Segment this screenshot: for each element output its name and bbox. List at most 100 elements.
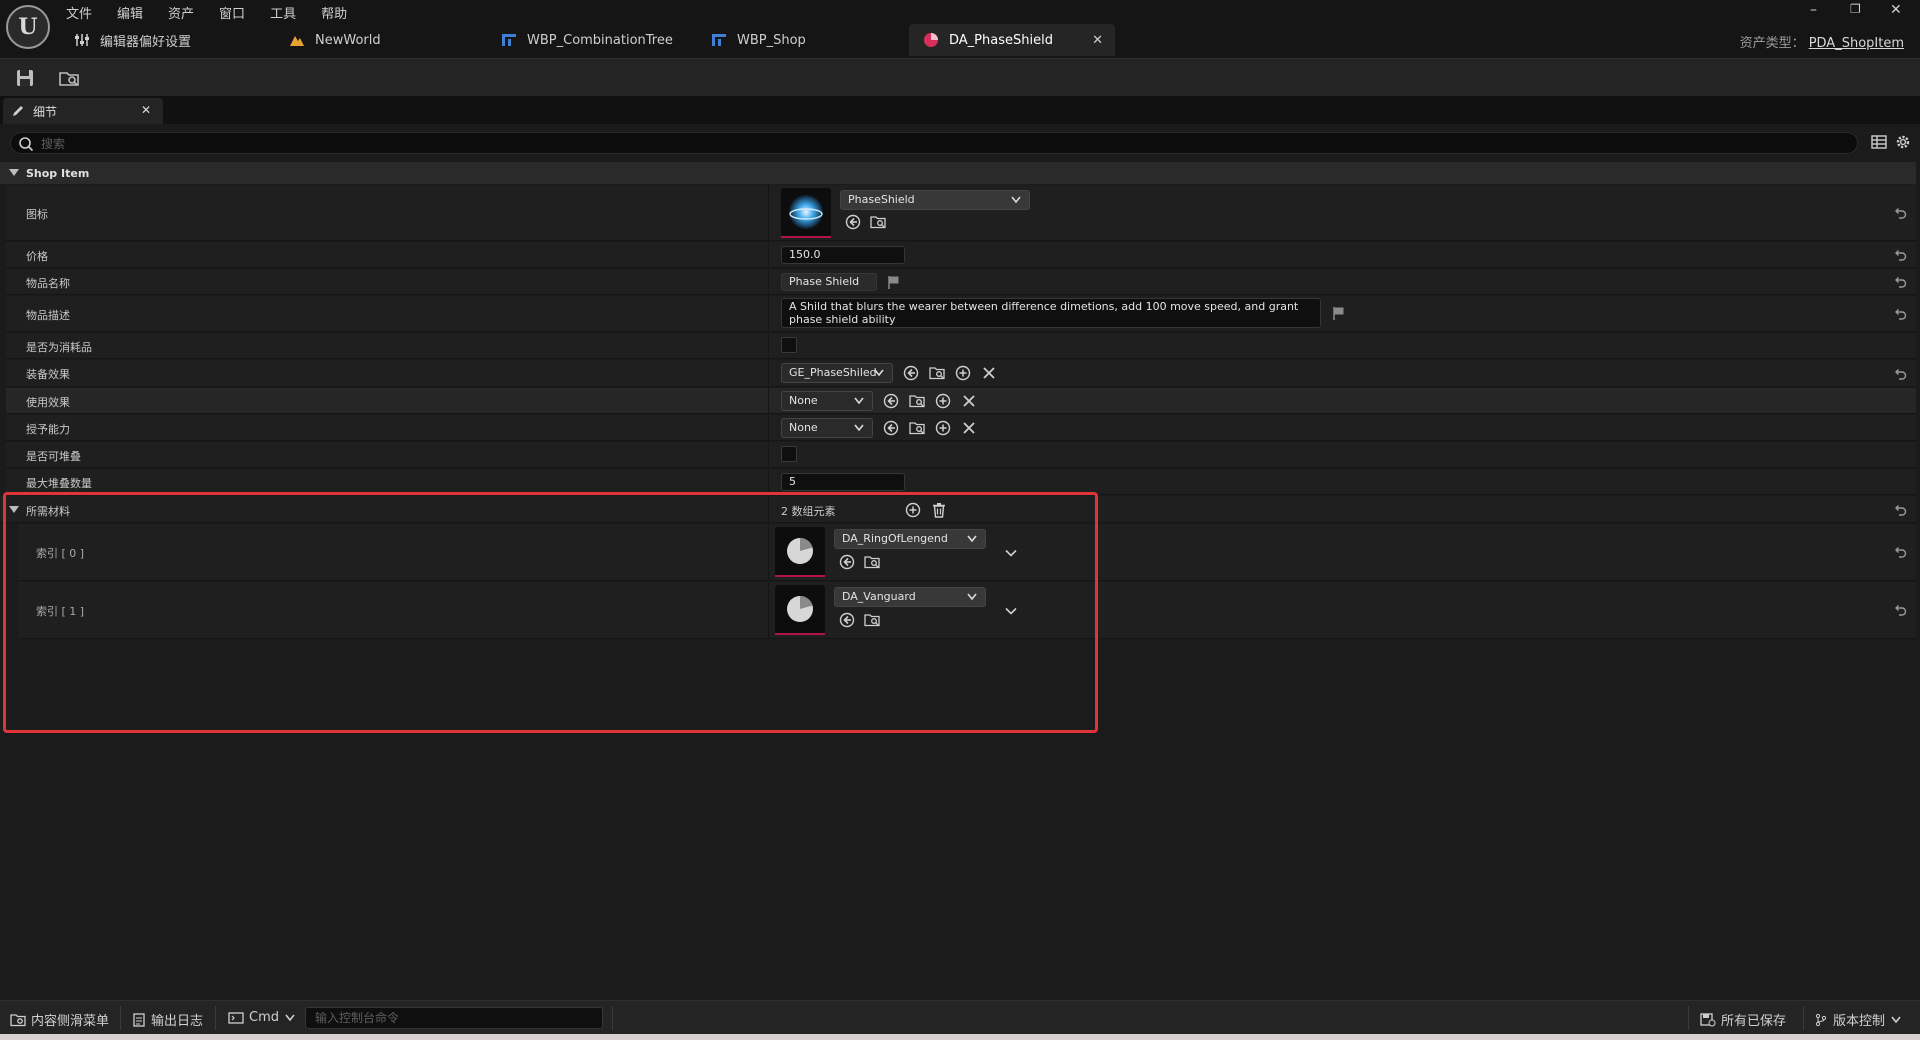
- clear-icon[interactable]: [961, 420, 977, 436]
- column-splitter[interactable]: [768, 242, 769, 267]
- item-description-field[interactable]: A Shild that blurs the wearer between di…: [781, 298, 1321, 328]
- reset-to-default-icon[interactable]: [1892, 366, 1908, 382]
- highlight-annotation: [3, 492, 1098, 733]
- asset-type-link[interactable]: PDA_ShopItem: [1809, 36, 1904, 51]
- reset-to-default-icon[interactable]: [1892, 544, 1908, 560]
- tab-label: DA_PhaseShield: [949, 32, 1053, 48]
- column-splitter[interactable]: [768, 415, 769, 440]
- max-stack-field[interactable]: 5: [781, 473, 905, 491]
- asset-color-strip: [781, 236, 831, 238]
- menu-tools[interactable]: 工具: [270, 3, 296, 22]
- content-drawer-icon: [10, 1013, 31, 1027]
- price-field[interactable]: 150.0: [781, 246, 905, 264]
- column-splitter[interactable]: [768, 269, 769, 294]
- dropdown-value: None: [789, 394, 818, 407]
- prop-row-price: 价格 150.0: [6, 242, 1916, 268]
- prop-row-use-effect: 使用效果 None: [6, 388, 1916, 414]
- grant-ability-dropdown[interactable]: None: [781, 418, 873, 438]
- browse-asset-icon[interactable]: [929, 365, 945, 381]
- menu-window[interactable]: 窗口: [219, 3, 245, 22]
- content-drawer-button[interactable]: 内容侧滑菜单: [10, 1010, 109, 1029]
- sliders-icon: [74, 33, 90, 47]
- flag-icon[interactable]: [886, 274, 902, 290]
- asset-thumbnail[interactable]: [781, 188, 831, 238]
- console-command-input[interactable]: 输入控制台命令: [305, 1007, 603, 1029]
- status-bar: 内容侧滑菜单 输出日志 Cmd 输入控制台命令 所有已保存 版本控制: [0, 1000, 1920, 1034]
- browse-to-asset-icon[interactable]: [58, 67, 80, 89]
- content-drawer-label: 内容侧滑菜单: [31, 1014, 110, 1029]
- clear-icon[interactable]: [981, 365, 997, 381]
- document-tabs: 编辑器偏好设置 NewWorld WBP_CombinationTree WBP…: [60, 24, 1115, 56]
- close-window-button[interactable]: ✕: [1890, 2, 1902, 18]
- level-icon: [289, 33, 305, 47]
- asset-type-label: 资产类型：: [1739, 36, 1805, 51]
- details-tab[interactable]: 细节 ✕: [3, 98, 163, 124]
- close-icon[interactable]: ✕: [1092, 33, 1103, 48]
- prop-row-is-consumable: 是否为消耗品: [6, 333, 1916, 359]
- column-splitter[interactable]: [768, 469, 769, 494]
- use-effect-dropdown[interactable]: None: [781, 391, 873, 411]
- reset-to-default-icon[interactable]: [1892, 602, 1908, 618]
- prop-row-grant-ability: 授予能力 None: [6, 415, 1916, 441]
- source-control-button[interactable]: 版本控制: [1814, 1010, 1906, 1029]
- add-icon[interactable]: [935, 420, 951, 436]
- gear-icon[interactable]: [1894, 133, 1912, 151]
- menu-help[interactable]: 帮助: [321, 3, 347, 22]
- tab-wbp-combinationtree[interactable]: WBP_CombinationTree: [487, 24, 697, 56]
- use-selected-icon[interactable]: [903, 365, 919, 381]
- item-name-field[interactable]: Phase Shield: [781, 273, 877, 291]
- save-icon[interactable]: [14, 67, 36, 89]
- reset-to-default-icon[interactable]: [1892, 205, 1908, 221]
- equip-effect-dropdown[interactable]: GE_PhaseShiled: [781, 363, 893, 383]
- reset-to-default-icon[interactable]: [1892, 502, 1908, 518]
- category-shop-item[interactable]: Shop Item: [0, 162, 1916, 184]
- terminal-icon: [228, 1011, 249, 1025]
- minimize-button[interactable]: –: [1810, 2, 1817, 18]
- menu-asset[interactable]: 资产: [168, 3, 194, 22]
- search-icon: [18, 136, 34, 152]
- column-splitter[interactable]: [768, 333, 769, 358]
- browse-asset-icon[interactable]: [870, 214, 886, 230]
- is-stackable-checkbox[interactable]: [781, 446, 797, 462]
- tab-label: WBP_Shop: [737, 32, 806, 48]
- divider: [1803, 1006, 1804, 1030]
- add-icon[interactable]: [955, 365, 971, 381]
- asset-picker-value: PhaseShield: [848, 193, 915, 206]
- asset-picker-dropdown[interactable]: PhaseShield: [840, 190, 1030, 210]
- use-selected-icon[interactable]: [845, 214, 861, 230]
- cmd-dropdown[interactable]: Cmd: [228, 1010, 300, 1025]
- reset-to-default-icon[interactable]: [1892, 306, 1908, 322]
- clear-icon[interactable]: [961, 393, 977, 409]
- tab-newworld[interactable]: NewWorld: [275, 24, 487, 56]
- menu-edit[interactable]: 编辑: [117, 3, 143, 22]
- tab-editor-preferences[interactable]: 编辑器偏好设置: [60, 24, 275, 56]
- column-splitter[interactable]: [768, 442, 769, 467]
- use-selected-icon[interactable]: [883, 393, 899, 409]
- browse-asset-icon[interactable]: [909, 420, 925, 436]
- tab-wbp-shop[interactable]: WBP_Shop: [697, 24, 909, 56]
- browse-asset-icon[interactable]: [909, 393, 925, 409]
- details-search-input[interactable]: 搜索: [10, 132, 1858, 154]
- output-log-button[interactable]: 输出日志: [132, 1010, 203, 1029]
- reset-to-default-icon[interactable]: [1892, 247, 1908, 263]
- column-splitter[interactable]: [768, 360, 769, 386]
- divider: [612, 1006, 613, 1030]
- column-splitter[interactable]: [768, 185, 769, 240]
- view-options-icon[interactable]: [1870, 133, 1888, 151]
- unreal-logo-icon[interactable]: U: [6, 5, 50, 49]
- chevron-down-icon: [1011, 196, 1021, 204]
- column-splitter[interactable]: [768, 296, 769, 331]
- restore-button[interactable]: ❐: [1850, 2, 1861, 16]
- close-icon[interactable]: ✕: [141, 103, 151, 117]
- menu-file[interactable]: 文件: [66, 3, 92, 22]
- reset-to-default-icon[interactable]: [1892, 274, 1908, 290]
- column-splitter[interactable]: [768, 388, 769, 413]
- tab-da-phaseshield[interactable]: DA_PhaseShield ✕: [909, 24, 1115, 56]
- add-icon[interactable]: [935, 393, 951, 409]
- is-consumable-checkbox[interactable]: [781, 337, 797, 353]
- all-saved-indicator[interactable]: 所有已保存: [1700, 1010, 1786, 1029]
- log-icon: [132, 1012, 151, 1027]
- expand-arrow-icon[interactable]: [9, 169, 19, 176]
- use-selected-icon[interactable]: [883, 420, 899, 436]
- flag-icon[interactable]: [1331, 305, 1347, 321]
